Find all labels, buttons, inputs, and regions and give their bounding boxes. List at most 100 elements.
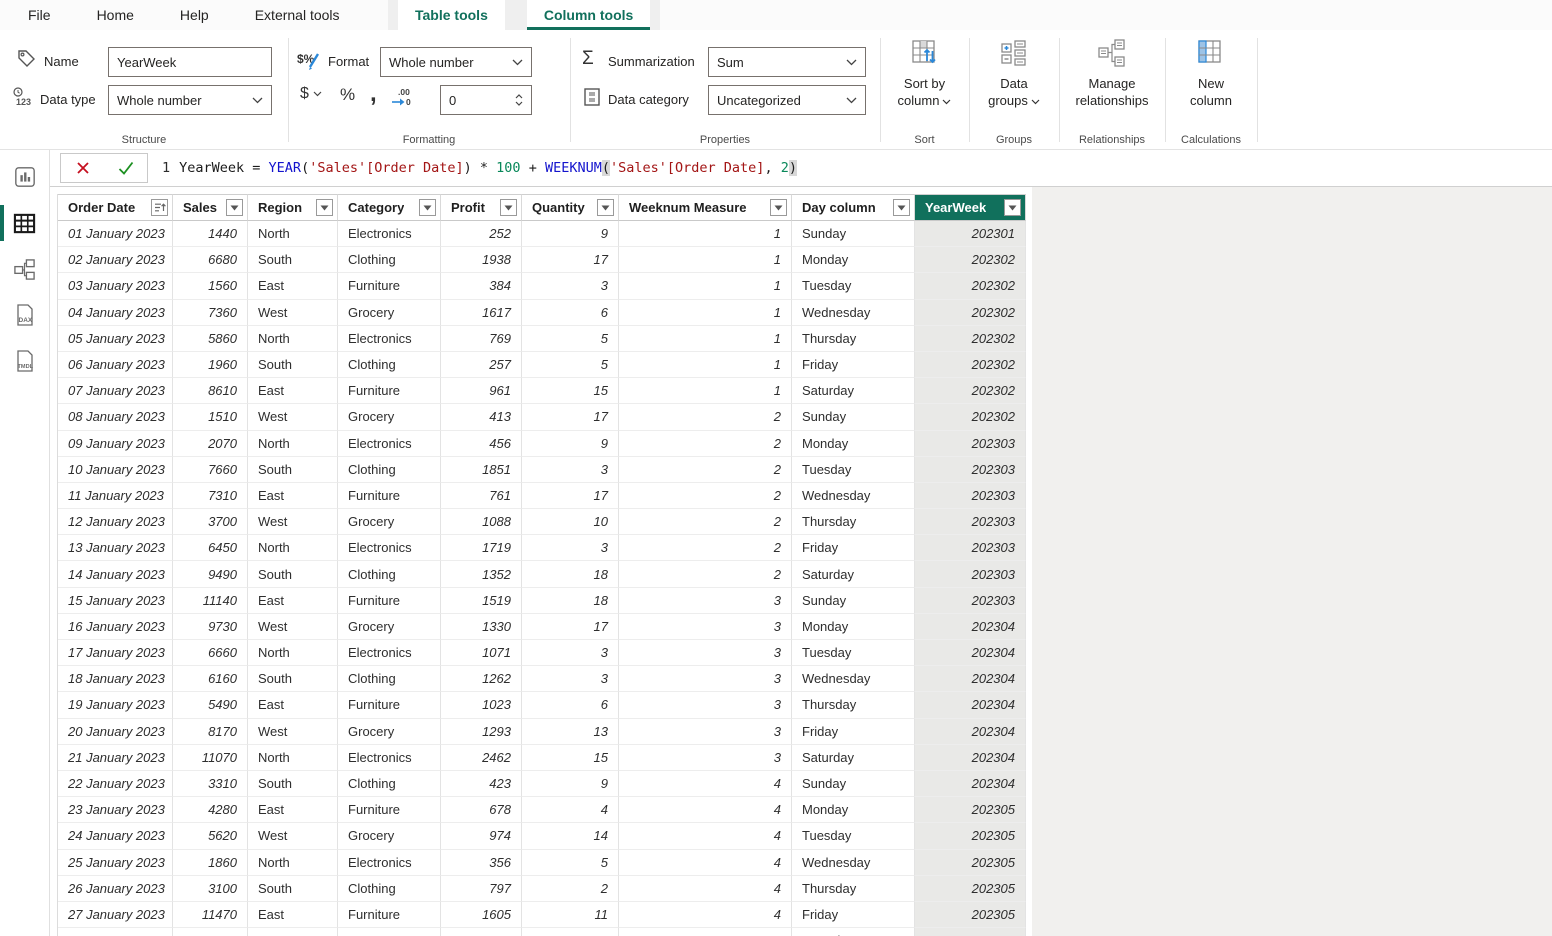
- table-cell[interactable]: Saturday: [792, 928, 915, 936]
- column-header-quantity[interactable]: Quantity: [522, 194, 619, 221]
- table-cell[interactable]: Monday: [792, 797, 915, 823]
- table-cell[interactable]: 5: [522, 326, 619, 352]
- table-cell[interactable]: Electronics: [338, 850, 441, 876]
- table-cell[interactable]: Clothing: [338, 457, 441, 483]
- table-cell[interactable]: 11070: [173, 745, 248, 771]
- table-cell[interactable]: Sunday: [792, 404, 915, 430]
- table-cell[interactable]: South: [248, 352, 338, 378]
- table-cell[interactable]: Clothing: [338, 666, 441, 692]
- table-cell[interactable]: 202304: [915, 719, 1026, 745]
- table-cell[interactable]: 202304: [915, 745, 1026, 771]
- table-cell[interactable]: East: [248, 797, 338, 823]
- table-cell[interactable]: 17: [522, 247, 619, 273]
- table-cell[interactable]: 3: [619, 640, 792, 666]
- report-view-button[interactable]: [0, 154, 49, 200]
- table-cell[interactable]: Thursday: [792, 876, 915, 902]
- table-cell[interactable]: North: [248, 221, 338, 247]
- table-cell[interactable]: 202302: [915, 326, 1026, 352]
- table-cell[interactable]: 2: [619, 509, 792, 535]
- table-cell[interactable]: 1605: [441, 902, 522, 928]
- table-cell[interactable]: Electronics: [338, 745, 441, 771]
- spinner-up-icon[interactable]: [515, 94, 523, 99]
- table-cell[interactable]: 761: [441, 483, 522, 509]
- table-cell[interactable]: North: [248, 535, 338, 561]
- table-cell[interactable]: 3: [522, 640, 619, 666]
- table-cell[interactable]: Friday: [792, 535, 915, 561]
- table-cell[interactable]: South: [248, 771, 338, 797]
- table-cell[interactable]: Grocery: [338, 404, 441, 430]
- table-cell[interactable]: 4: [619, 850, 792, 876]
- table-cell[interactable]: 7660: [173, 457, 248, 483]
- table-cell[interactable]: 678: [441, 797, 522, 823]
- table-cell[interactable]: 13: [522, 719, 619, 745]
- table-cell[interactable]: 15: [522, 378, 619, 404]
- table-cell[interactable]: 17: [522, 404, 619, 430]
- table-cell[interactable]: West: [248, 614, 338, 640]
- table-cell[interactable]: 202302: [915, 247, 1026, 273]
- table-cell[interactable]: Saturday: [792, 745, 915, 771]
- tab-table-tools[interactable]: Table tools: [398, 0, 505, 30]
- table-cell[interactable]: 202303: [915, 431, 1026, 457]
- table-cell[interactable]: 202304: [915, 692, 1026, 718]
- table-cell[interactable]: Furniture: [338, 692, 441, 718]
- summarization-select[interactable]: Sum: [708, 47, 866, 77]
- table-cell[interactable]: 17: [522, 614, 619, 640]
- table-cell[interactable]: Furniture: [338, 483, 441, 509]
- table-cell[interactable]: Thursday: [792, 509, 915, 535]
- filter-dropdown-button[interactable]: [770, 199, 787, 216]
- table-cell[interactable]: 01 January 2023: [58, 221, 173, 247]
- table-cell[interactable]: 202304: [915, 614, 1026, 640]
- table-cell[interactable]: 2: [522, 876, 619, 902]
- table-cell[interactable]: 974: [441, 823, 522, 849]
- table-cell[interactable]: 23 January 2023: [58, 797, 173, 823]
- table-cell[interactable]: East: [248, 273, 338, 299]
- dax-query-view-button[interactable]: DAX: [0, 292, 49, 338]
- table-cell[interactable]: 1960: [173, 352, 248, 378]
- table-cell[interactable]: 07 January 2023: [58, 378, 173, 404]
- table-cell[interactable]: 27 January 2023: [58, 902, 173, 928]
- table-cell[interactable]: 1519: [441, 588, 522, 614]
- table-cell[interactable]: North: [248, 640, 338, 666]
- table-cell[interactable]: Thursday: [792, 692, 915, 718]
- table-cell[interactable]: 24 January 2023: [58, 823, 173, 849]
- thousands-separator-button[interactable]: ,: [370, 80, 377, 108]
- table-cell[interactable]: 6450: [173, 535, 248, 561]
- table-cell[interactable]: 2: [619, 457, 792, 483]
- table-cell[interactable]: 7310: [173, 483, 248, 509]
- table-cell[interactable]: Tuesday: [792, 823, 915, 849]
- table-cell[interactable]: East: [248, 378, 338, 404]
- table-cell[interactable]: 961: [441, 378, 522, 404]
- filter-dropdown-button[interactable]: [226, 199, 243, 216]
- table-cell[interactable]: 3: [522, 666, 619, 692]
- table-cell[interactable]: 08 January 2023: [58, 404, 173, 430]
- table-cell[interactable]: 06 January 2023: [58, 352, 173, 378]
- table-cell[interactable]: 1262: [441, 666, 522, 692]
- table-cell[interactable]: Electronics: [338, 326, 441, 352]
- table-cell[interactable]: 1: [619, 247, 792, 273]
- table-cell[interactable]: West: [248, 509, 338, 535]
- table-cell[interactable]: 384: [441, 273, 522, 299]
- table-cell[interactable]: Friday: [792, 902, 915, 928]
- table-cell[interactable]: 202302: [915, 352, 1026, 378]
- table-cell[interactable]: 413: [441, 404, 522, 430]
- table-cell[interactable]: 3100: [173, 876, 248, 902]
- table-cell[interactable]: 9: [522, 771, 619, 797]
- table-cell[interactable]: Grocery: [338, 928, 441, 936]
- table-cell[interactable]: 4: [522, 797, 619, 823]
- table-cell[interactable]: East: [248, 902, 338, 928]
- table-cell[interactable]: 202303: [915, 535, 1026, 561]
- table-cell[interactable]: 11470: [173, 902, 248, 928]
- table-cell[interactable]: West: [248, 719, 338, 745]
- table-cell[interactable]: 3: [522, 457, 619, 483]
- table-cell[interactable]: Clothing: [338, 771, 441, 797]
- table-cell[interactable]: 3: [619, 692, 792, 718]
- table-cell[interactable]: Furniture: [338, 378, 441, 404]
- table-cell[interactable]: West: [248, 928, 338, 936]
- table-cell[interactable]: 15: [522, 745, 619, 771]
- table-cell[interactable]: North: [248, 431, 338, 457]
- table-cell[interactable]: 1: [619, 300, 792, 326]
- table-cell[interactable]: 20 January 2023: [58, 719, 173, 745]
- table-cell[interactable]: Sunday: [792, 771, 915, 797]
- table-cell[interactable]: 28 January 2023: [58, 928, 173, 936]
- table-cell[interactable]: 202305: [915, 797, 1026, 823]
